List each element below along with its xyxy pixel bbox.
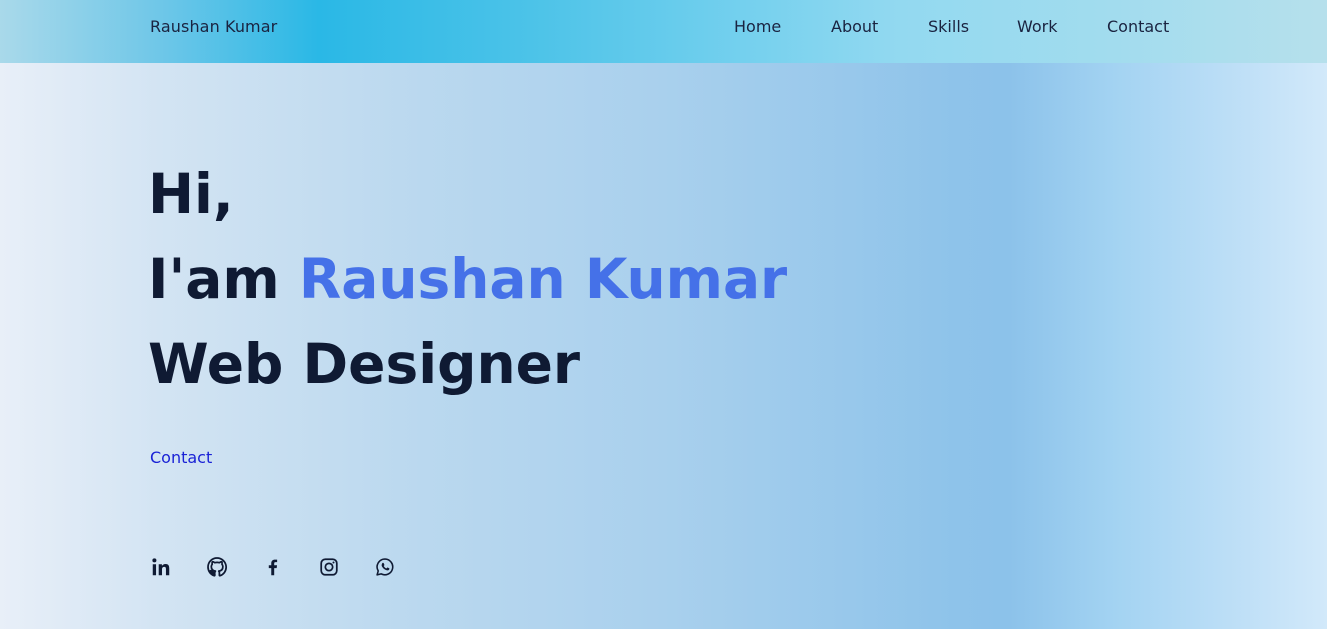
facebook-icon[interactable] — [262, 556, 284, 578]
site-header: Raushan Kumar Home About Skills Work Con… — [0, 0, 1327, 63]
hero-intro: I'am Raushan Kumar — [148, 247, 787, 311]
nav-home[interactable]: Home — [734, 17, 781, 37]
nav-about[interactable]: About — [831, 17, 878, 37]
hero-intro-prefix: I'am — [148, 247, 280, 311]
contact-link[interactable]: Contact — [150, 448, 212, 468]
hero-greeting: Hi, — [148, 162, 234, 226]
hero-name: Raushan Kumar — [298, 247, 788, 311]
nav-work[interactable]: Work — [1017, 17, 1058, 37]
linkedin-icon[interactable] — [150, 556, 172, 578]
hero-role: Web Designer — [148, 332, 581, 396]
whatsapp-icon[interactable] — [374, 556, 396, 578]
github-icon[interactable] — [206, 556, 228, 578]
site-logo[interactable]: Raushan Kumar — [150, 17, 277, 37]
nav-contact[interactable]: Contact — [1107, 17, 1169, 37]
instagram-icon[interactable] — [318, 556, 340, 578]
nav-skills[interactable]: Skills — [928, 17, 969, 37]
